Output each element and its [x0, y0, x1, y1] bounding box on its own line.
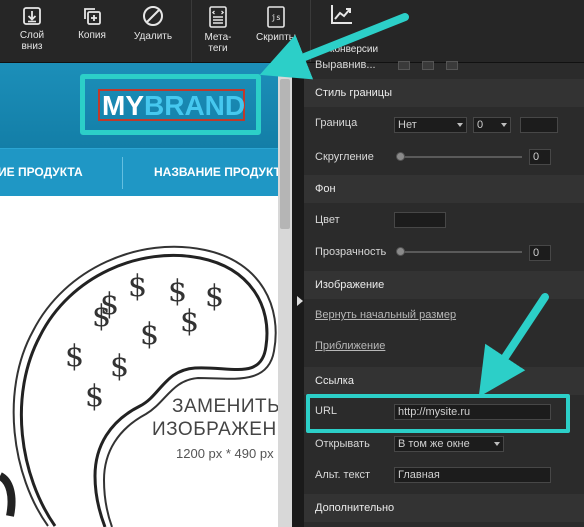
- copy-icon: [84, 8, 101, 25]
- conversions-button[interactable]: конверсии: [324, 0, 378, 62]
- svg-text:$: $: [85, 379, 104, 414]
- money-head-illustration: $ $ $ $ $ $ $ $ $ $: [0, 245, 277, 527]
- rounding-slider-handle[interactable]: [396, 152, 405, 161]
- chevron-down-icon: [457, 123, 463, 127]
- logo-selection-highlight: MYBRAND: [80, 74, 261, 135]
- rounding-slider[interactable]: [400, 156, 522, 158]
- zoom-link[interactable]: Приближение: [315, 340, 385, 352]
- nav-item-product-1[interactable]: ИЕ ПРОДУКТА: [0, 165, 83, 179]
- svg-text:$: $: [180, 304, 199, 339]
- border-type-select[interactable]: Нет: [394, 117, 467, 133]
- delete-icon: [143, 6, 163, 26]
- delete-label: Удалить: [133, 31, 173, 42]
- open-label: Открывать: [315, 438, 370, 450]
- conversions-label: конверсии: [330, 44, 379, 55]
- nav-divider: [122, 157, 123, 189]
- rounding-value-field[interactable]: 0: [529, 149, 551, 165]
- chart-icon: [331, 5, 352, 24]
- nav-bar: ИЕ ПРОДУКТА НАЗВАНИЕ ПРОДУКТА: [0, 148, 278, 196]
- image-caption-replace: ЗАМЕНИТЬ: [172, 396, 278, 417]
- scripts-icon: js: [267, 6, 285, 28]
- toolbar: Слой вниз Копия Удалить Мета- теги js Ск…: [0, 0, 584, 63]
- align-label: Выравнив...: [315, 59, 376, 71]
- opacity-row: Прозрачность 0: [304, 241, 584, 267]
- border-width-value: 0: [477, 119, 484, 131]
- border-row: Граница Нет 0: [304, 107, 584, 139]
- open-target-value: В том же окне: [398, 438, 470, 450]
- section-border-style: Стиль границы: [304, 79, 584, 107]
- section-image: Изображение: [304, 271, 584, 299]
- opacity-value-field[interactable]: 0: [529, 245, 551, 261]
- layer-down-label-1: Слой: [19, 30, 45, 41]
- scripts-label: Скрипты: [256, 32, 296, 43]
- alt-text-input[interactable]: Главная: [394, 467, 551, 483]
- border-type-value: Нет: [398, 119, 417, 131]
- alt-text-row: Альт. текст Главная: [304, 464, 584, 488]
- border-width-select[interactable]: 0: [473, 117, 511, 133]
- svg-text:js: js: [271, 13, 281, 22]
- align-right-button[interactable]: [446, 61, 458, 70]
- align-row: Выравнив...: [304, 57, 584, 77]
- svg-text:$: $: [205, 279, 224, 314]
- alt-text-label: Альт. текст: [315, 469, 371, 481]
- color-row: Цвет: [304, 209, 584, 235]
- open-target-select[interactable]: В том же окне: [394, 436, 504, 452]
- opacity-label: Прозрачность: [315, 246, 387, 258]
- layer-down-icon: [23, 7, 41, 25]
- url-field-highlight: [306, 394, 570, 433]
- panel-gutter: [292, 63, 304, 527]
- image-caption-image: ИЗОБРАЖЕН: [152, 419, 277, 440]
- svg-text:$: $: [140, 317, 159, 352]
- align-left-button[interactable]: [398, 61, 410, 70]
- rounding-row: Скругление 0: [304, 143, 584, 171]
- editor-window: Слой вниз Копия Удалить Мета- теги js Ск…: [0, 0, 584, 527]
- align-center-button[interactable]: [422, 61, 434, 70]
- reset-size-link[interactable]: Вернуть начальный размер: [315, 309, 456, 321]
- scrollbar-thumb[interactable]: [280, 79, 290, 229]
- page-canvas[interactable]: MYBRAND ИЕ ПРОДУКТА НАЗВАНИЕ ПРОДУКТА $ …: [0, 63, 278, 527]
- toolbar-divider: [191, 0, 192, 62]
- chevron-down-icon: [494, 442, 500, 446]
- logo-my: MY: [102, 90, 144, 121]
- border-label: Граница: [315, 117, 358, 129]
- border-color-field[interactable]: [520, 117, 558, 133]
- zoom-row: Приближение: [304, 336, 584, 358]
- delete-button[interactable]: Удалить: [130, 0, 176, 62]
- properties-panel: Выравнив... Стиль границы Граница Нет 0 …: [304, 59, 584, 527]
- section-additional[interactable]: Дополнительно: [304, 494, 584, 522]
- logo-image[interactable]: MYBRAND: [98, 89, 245, 121]
- logo-text: MYBRAND: [102, 91, 245, 121]
- svg-text:$: $: [92, 299, 111, 334]
- svg-text:$: $: [110, 349, 129, 384]
- opacity-slider-handle[interactable]: [396, 247, 405, 256]
- section-background: Фон: [304, 175, 584, 203]
- svg-text:$: $: [128, 269, 147, 304]
- rounding-label: Скругление: [315, 151, 374, 163]
- open-row: Открывать В том же окне: [304, 433, 584, 457]
- toolbar-divider: [310, 0, 311, 62]
- svg-text:$: $: [65, 339, 84, 374]
- meta-tags-button[interactable]: Мета- теги: [200, 0, 236, 62]
- section-link: Ссылка: [304, 367, 584, 395]
- collapse-panel-icon[interactable]: [297, 296, 303, 306]
- chevron-down-icon: [501, 123, 507, 127]
- header-section[interactable]: MYBRAND: [0, 63, 278, 148]
- nav-item-product-2[interactable]: НАЗВАНИЕ ПРОДУКТА: [154, 165, 278, 179]
- image-placeholder[interactable]: $ $ $ $ $ $ $ $ $ $ ЗАМЕНИТЬ ИЗОБРАЖЕН 1…: [0, 196, 278, 527]
- reset-size-row: Вернуть начальный размер: [304, 305, 584, 327]
- opacity-slider[interactable]: [400, 251, 522, 253]
- meta-tags-label-1: Мета-: [204, 32, 232, 43]
- layer-down-label-2: вниз: [21, 41, 43, 52]
- copy-button[interactable]: Копия: [74, 0, 110, 62]
- scripts-button[interactable]: js Скрипты: [254, 0, 298, 62]
- copy-label: Копия: [78, 30, 106, 41]
- meta-tags-icon: [209, 6, 227, 28]
- color-label: Цвет: [315, 214, 340, 226]
- image-caption-size: 1200 px * 490 px: [176, 446, 274, 461]
- canvas-scrollbar[interactable]: [278, 63, 292, 527]
- logo-brand: BRAND: [144, 90, 246, 121]
- background-color-field[interactable]: [394, 212, 446, 228]
- meta-tags-label-2: теги: [208, 43, 228, 54]
- layer-down-button[interactable]: Слой вниз: [14, 0, 50, 62]
